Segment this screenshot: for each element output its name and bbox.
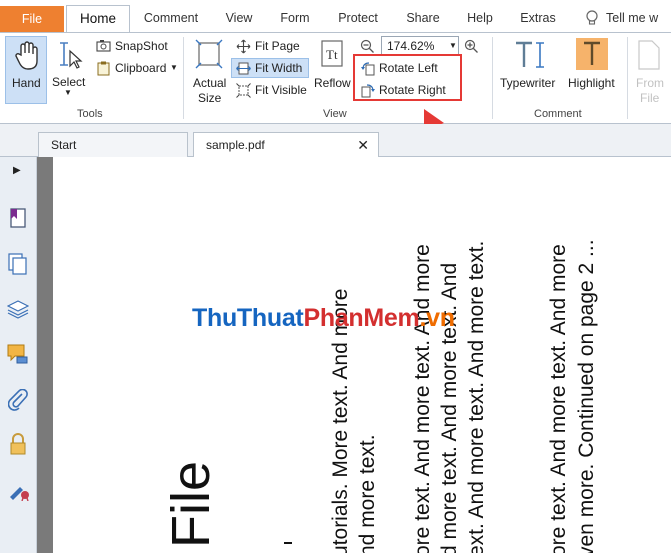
watermark-logo: ThuThuatPhanMem.vn [192,304,455,332]
ribbon-separator [183,37,184,119]
expand-panel-icon[interactable]: ▶ [13,165,21,176]
camera-icon [96,39,111,55]
pages-icon[interactable] [8,253,28,278]
signature-icon[interactable] [8,479,30,504]
group-label-tools: Tools [77,108,103,120]
highlight-button[interactable]: Highlight [566,36,620,106]
close-icon[interactable]: ✕ [357,133,369,157]
doc-text-line: ore text. And more text. And more [411,244,434,553]
doc-text-line: nd more text. [356,434,379,553]
fit-visible-button[interactable]: Fit Visible [233,81,313,100]
hand-icon [14,41,40,74]
fit-page-button[interactable]: Fit Page [233,37,313,56]
select-cursor-icon [56,40,84,73]
clipboard-button[interactable]: Clipboard [115,61,166,75]
chevron-down-icon: ▼ [449,41,457,50]
clipboard-icon [96,61,111,79]
tab-help[interactable]: Help [460,7,500,29]
ribbon-separator [627,37,628,119]
snapshot-button[interactable]: SnapShot [115,39,168,53]
tab-protect[interactable]: Protect [330,7,386,29]
tell-me-search[interactable]: Tell me w [606,7,671,29]
highlight-icon [576,38,608,70]
fit-width-icon [236,61,251,79]
reflow-icon: Tt [320,39,346,72]
tab-form[interactable]: Form [273,7,317,29]
tab-share[interactable]: Share [400,7,446,29]
actual-size-button[interactable]: Actual Size [190,36,228,106]
bookmark-icon[interactable] [9,207,27,232]
navigation-panel: ▶ [0,157,37,553]
fit-page-icon [236,39,251,57]
tab-sample-pdf[interactable]: sample.pdf ✕ [193,132,379,157]
doc-text-line: ore text. And more text. And more [547,244,570,553]
chevron-down-icon: ▼ [64,88,72,97]
clipboard-dropdown-icon[interactable]: ▼ [170,63,178,72]
layers-icon[interactable] [6,299,30,322]
tab-start[interactable]: Start [38,132,188,157]
tab-extras[interactable]: Extras [512,7,564,29]
hand-button[interactable]: Hand [5,36,47,104]
reflow-button[interactable]: Tt Reflow [313,36,353,106]
fit-visible-icon [236,83,251,101]
actual-size-icon [195,39,223,72]
group-label-comment: Comment [534,108,582,120]
select-button[interactable]: Select ▼ [50,36,90,104]
dash-mark [284,542,292,544]
typewriter-icon [514,40,546,73]
paperclip-icon[interactable] [7,388,28,414]
ribbon: Hand Select ▼ SnapShot Clipboard ▼ Tools… [0,32,671,124]
fit-width-button[interactable]: Fit Width [231,58,309,78]
svg-text:Tt: Tt [326,47,338,62]
pdf-file-icon [637,40,661,73]
document-page: File utorials. More text. And more nd mo… [53,157,671,553]
panel-splitter[interactable] [37,157,53,553]
from-file-button[interactable]: From File [631,36,671,106]
ribbon-separator [492,37,493,119]
document-tab-bar: Start sample.pdf ✕ [0,124,671,157]
doc-title-text: File [161,460,221,548]
typewriter-button[interactable]: Typewriter [497,36,563,106]
comments-icon[interactable] [7,343,29,368]
tab-comment[interactable]: Comment [138,7,204,29]
tab-file[interactable]: File [0,6,64,32]
tab-view[interactable]: View [218,7,260,29]
lightbulb-icon [585,10,599,30]
annotation-highlight-box [353,54,462,101]
lock-icon[interactable] [9,433,27,458]
tab-home[interactable]: Home [66,5,130,33]
zoom-in-icon[interactable] [464,39,479,57]
menu-bar: File Home Comment View Form Protect Shar… [0,0,671,33]
group-label-view: View [323,108,347,120]
zoom-level-select[interactable]: 174.62% ▼ [381,36,459,56]
doc-text-line: ext. And more text. And more text. [465,240,488,553]
doc-text-line: ven more. Continued on page 2 ... [575,239,598,553]
